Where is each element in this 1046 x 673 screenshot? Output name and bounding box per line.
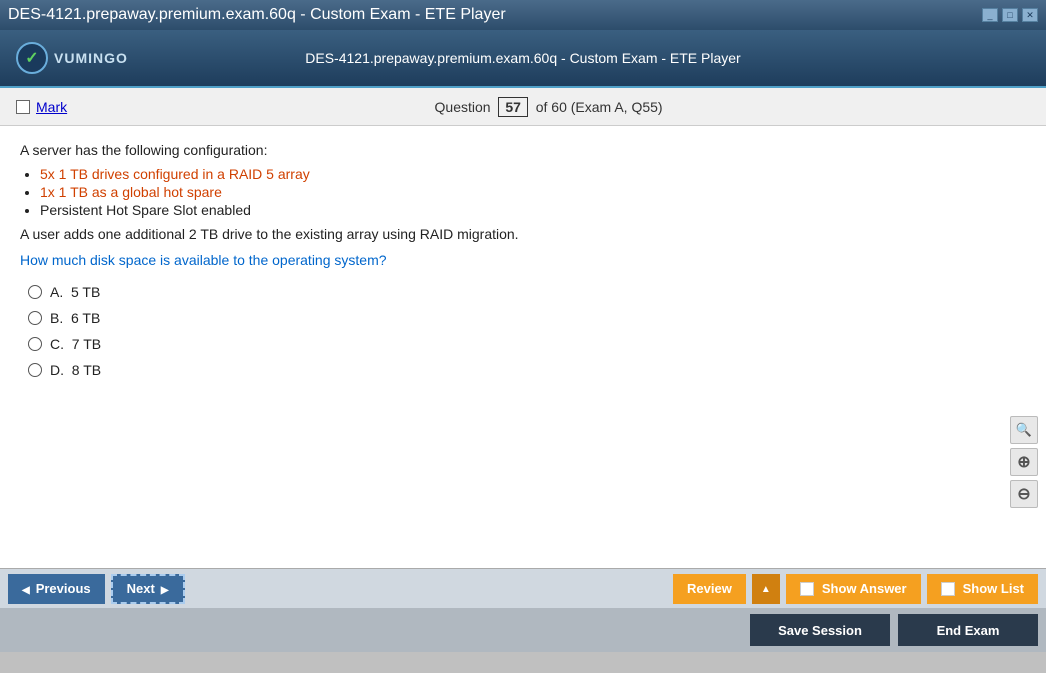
review-arrow-button[interactable] — [752, 574, 780, 604]
bottom-action-bar: Save Session End Exam — [0, 608, 1046, 652]
app-header: ✓ VUMINGO DES-4121.prepaway.premium.exam… — [0, 30, 1046, 88]
zoom-in-icon-btn[interactable]: ⊕ — [1010, 448, 1038, 476]
next-arrow-icon — [161, 581, 169, 596]
radio-a[interactable] — [28, 285, 42, 299]
search-icon-btn[interactable]: 🔍 — [1010, 416, 1038, 444]
zoom-out-icon-btn[interactable]: ⊖ — [1010, 480, 1038, 508]
option-d-label: D. 8 TB — [50, 362, 101, 378]
question-body: A user adds one additional 2 TB drive to… — [20, 226, 1026, 242]
review-label: Review — [687, 581, 732, 596]
save-session-button[interactable]: Save Session — [750, 614, 890, 646]
option-b[interactable]: B. 6 TB — [28, 310, 1026, 326]
answer-options: A. 5 TB B. 6 TB C. 7 TB D. 8 TB — [28, 284, 1026, 378]
show-list-check-icon — [941, 582, 955, 596]
maximize-button[interactable]: □ — [1002, 8, 1018, 22]
review-button[interactable]: Review — [673, 574, 746, 604]
option-b-label: B. 6 TB — [50, 310, 100, 326]
show-answer-check-icon — [800, 582, 814, 596]
option-a-label: A. 5 TB — [50, 284, 100, 300]
logo-icon: ✓ — [16, 42, 48, 74]
radio-d[interactable] — [28, 363, 42, 377]
option-c-label: C. 7 TB — [50, 336, 101, 352]
question-of: of 60 (Exam A, Q55) — [536, 99, 663, 115]
minimize-button[interactable]: _ — [982, 8, 998, 22]
logo-area: ✓ VUMINGO — [16, 42, 156, 74]
show-list-label: Show List — [963, 581, 1024, 596]
question-label: Question — [435, 99, 491, 115]
question-number-box: 57 — [498, 97, 528, 117]
mark-label[interactable]: Mark — [36, 99, 67, 115]
previous-button[interactable]: Previous — [8, 574, 105, 604]
logo-text: VUMINGO — [54, 50, 128, 66]
bottom-toolbar: Previous Next Review Show Answer Show Li… — [0, 568, 1046, 608]
show-list-button[interactable]: Show List — [927, 574, 1038, 604]
check-icon: ✓ — [25, 48, 38, 68]
title-bar: DES-4121.prepaway.premium.exam.60q - Cus… — [0, 0, 1046, 30]
question-prompt: How much disk space is available to the … — [20, 252, 1026, 268]
title-bar-text: DES-4121.prepaway.premium.exam.60q - Cus… — [8, 6, 506, 24]
save-session-label: Save Session — [778, 623, 862, 638]
radio-c[interactable] — [28, 337, 42, 351]
end-exam-label: End Exam — [937, 623, 1000, 638]
question-header: Mark Question 57 of 60 (Exam A, Q55) — [0, 88, 1046, 126]
option-c[interactable]: C. 7 TB — [28, 336, 1026, 352]
bullet-list: 5x 1 TB drives configured in a RAID 5 ar… — [40, 166, 1026, 218]
question-intro: A server has the following configuration… — [20, 142, 1026, 158]
next-button[interactable]: Next — [111, 574, 185, 604]
bullet-text-1: 5x 1 TB drives configured in a RAID 5 ar… — [40, 166, 310, 182]
question-content: A server has the following configuration… — [0, 126, 1046, 404]
option-d[interactable]: D. 8 TB — [28, 362, 1026, 378]
bullet-text-2: 1x 1 TB as a global hot spare — [40, 184, 222, 200]
show-answer-label: Show Answer — [822, 581, 907, 596]
next-label: Next — [127, 581, 155, 596]
main-content: Mark Question 57 of 60 (Exam A, Q55) A s… — [0, 88, 1046, 568]
review-up-icon — [761, 583, 771, 595]
app-title: DES-4121.prepaway.premium.exam.60q - Cus… — [156, 50, 890, 66]
end-exam-button[interactable]: End Exam — [898, 614, 1038, 646]
previous-label: Previous — [36, 581, 91, 596]
radio-b[interactable] — [28, 311, 42, 325]
bullet-item-2: 1x 1 TB as a global hot spare — [40, 184, 1026, 200]
close-button[interactable]: ✕ — [1022, 8, 1038, 22]
question-number-area: Question 57 of 60 (Exam A, Q55) — [67, 97, 1030, 117]
bullet-item-1: 5x 1 TB drives configured in a RAID 5 ar… — [40, 166, 1026, 182]
bullet-item-3: Persistent Hot Spare Slot enabled — [40, 202, 1026, 218]
title-bar-controls: _ □ ✕ — [982, 8, 1038, 22]
bullet-text-3: Persistent Hot Spare Slot enabled — [40, 202, 251, 218]
option-a[interactable]: A. 5 TB — [28, 284, 1026, 300]
right-icons: 🔍 ⊕ ⊖ — [1010, 416, 1038, 508]
previous-arrow-icon — [22, 581, 30, 596]
show-answer-button[interactable]: Show Answer — [786, 574, 921, 604]
mark-checkbox[interactable] — [16, 100, 30, 114]
mark-area[interactable]: Mark — [16, 99, 67, 115]
